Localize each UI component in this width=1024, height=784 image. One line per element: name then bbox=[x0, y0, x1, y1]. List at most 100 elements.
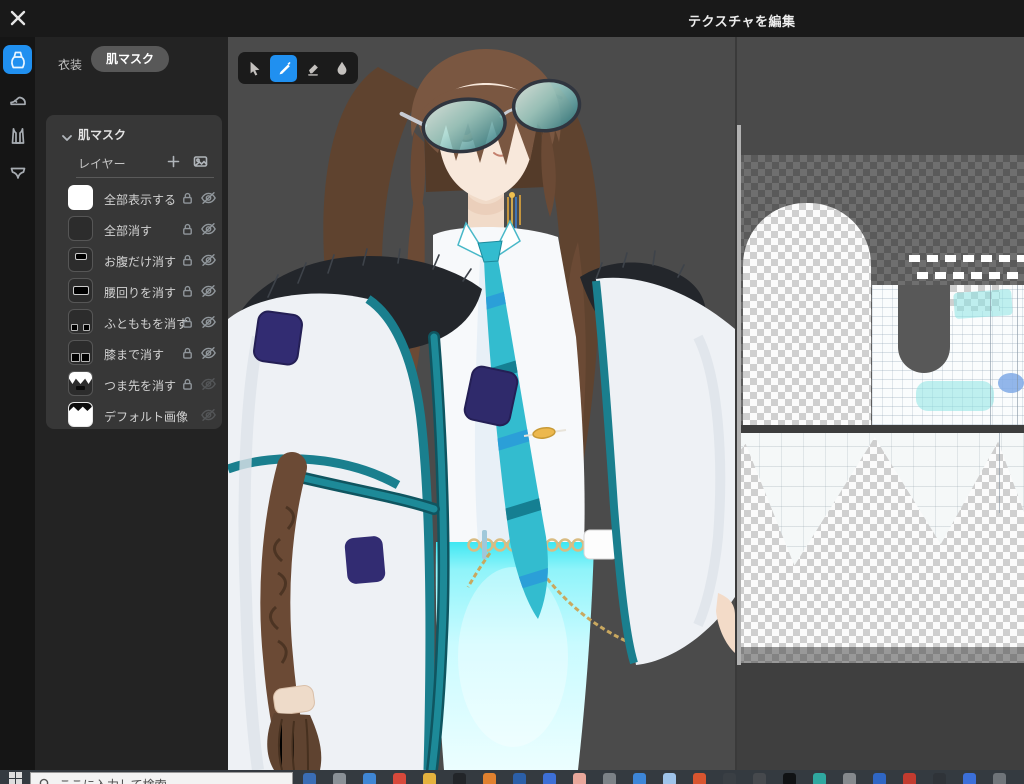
app-icon[interactable] bbox=[663, 773, 676, 784]
texture-view-top[interactable] bbox=[737, 155, 1024, 425]
app-icon[interactable] bbox=[753, 773, 766, 784]
layer-row[interactable]: 腰回りを消す bbox=[46, 276, 222, 307]
app-icon[interactable] bbox=[633, 773, 646, 784]
app-icon[interactable] bbox=[483, 773, 496, 784]
texture-editor-window: テクスチャを編集 衣装 肌マスク 肌マスク ? bbox=[0, 0, 1024, 784]
select-tool-cursor-icon[interactable] bbox=[241, 55, 268, 82]
app-icon[interactable] bbox=[513, 773, 526, 784]
brush-tool-icon[interactable] bbox=[270, 55, 297, 82]
eye-off-icon[interactable] bbox=[200, 191, 217, 210]
uv-stitch-dashes bbox=[909, 255, 1024, 262]
app-icon[interactable] bbox=[813, 773, 826, 784]
character-render bbox=[228, 37, 735, 770]
app-icon[interactable] bbox=[783, 773, 796, 784]
app-icon[interactable] bbox=[993, 773, 1006, 784]
eye-off-icon[interactable] bbox=[200, 222, 217, 241]
rail-item-dress-icon[interactable] bbox=[3, 45, 32, 74]
uv-seam-line bbox=[990, 285, 991, 425]
uv-seam-line bbox=[999, 433, 1000, 513]
app-icon[interactable] bbox=[873, 773, 886, 784]
scrollbar[interactable] bbox=[737, 125, 741, 665]
paint-toolbar bbox=[238, 52, 358, 84]
app-icon[interactable] bbox=[453, 773, 466, 784]
eye-off-icon[interactable] bbox=[200, 346, 217, 365]
app-icon[interactable] bbox=[603, 773, 616, 784]
window-title: テクスチャを編集 bbox=[688, 11, 795, 30]
layer-row[interactable]: デフォルト画像 bbox=[46, 400, 222, 431]
app-icon[interactable] bbox=[963, 773, 976, 784]
eye-off-icon[interactable] bbox=[200, 284, 217, 303]
uv-stitch-dashes bbox=[917, 272, 1024, 279]
lock-icon[interactable] bbox=[181, 346, 194, 365]
blur-tool-droplet-icon[interactable] bbox=[328, 55, 355, 82]
eraser-tool-icon[interactable] bbox=[299, 55, 326, 82]
search-icon bbox=[39, 777, 51, 784]
uv-collar-cutout bbox=[898, 285, 950, 373]
lock-icon[interactable] bbox=[181, 191, 194, 210]
add-layer-icon[interactable] bbox=[167, 155, 180, 173]
lock-icon[interactable] bbox=[181, 284, 194, 303]
layer-row[interactable]: 全部表示する bbox=[46, 183, 222, 214]
panel-divider bbox=[735, 37, 737, 770]
app-icon[interactable] bbox=[843, 773, 856, 784]
app-icon[interactable] bbox=[903, 773, 916, 784]
app-icon[interactable] bbox=[333, 773, 346, 784]
uv-blue-patch bbox=[998, 373, 1024, 393]
lock-icon[interactable] bbox=[181, 253, 194, 272]
texture-panel-footer bbox=[737, 663, 1024, 770]
app-icon[interactable] bbox=[573, 773, 586, 784]
layer-row[interactable]: お腹だけ消す bbox=[46, 245, 222, 276]
layer-row[interactable]: つま先を消す bbox=[46, 369, 222, 400]
windows-taskbar: ここに入力して検索 bbox=[0, 770, 1024, 784]
texture-uv-panel[interactable] bbox=[737, 37, 1024, 770]
chevron-down-icon[interactable] bbox=[62, 129, 72, 147]
layer-label: 全部表示する bbox=[104, 191, 176, 208]
lock-icon[interactable] bbox=[181, 377, 194, 396]
character-3d-viewport[interactable] bbox=[228, 37, 735, 770]
app-icon[interactable] bbox=[693, 773, 706, 784]
app-icon[interactable] bbox=[723, 773, 736, 784]
group-title: 肌マスク bbox=[78, 126, 126, 143]
layers-label: レイヤー bbox=[78, 155, 126, 172]
app-icon[interactable] bbox=[303, 773, 316, 784]
layer-row[interactable]: ふとももを消す bbox=[46, 307, 222, 338]
layer-row[interactable]: 膝まで消す bbox=[46, 338, 222, 369]
layer-label: 全部消す bbox=[104, 222, 152, 239]
uv-island-sleeve bbox=[743, 203, 871, 425]
windows-start-icon[interactable] bbox=[9, 772, 22, 784]
texture-view-bottom[interactable] bbox=[737, 433, 1024, 647]
layer-label: つま先を消す bbox=[104, 377, 176, 394]
eye-off-icon[interactable] bbox=[200, 408, 217, 427]
layer-thumbnail bbox=[68, 402, 93, 427]
tab-skin-mask[interactable]: 肌マスク bbox=[91, 46, 169, 72]
group-header: 肌マスク bbox=[46, 125, 222, 143]
app-icon[interactable] bbox=[933, 773, 946, 784]
category-rail bbox=[0, 37, 35, 770]
app-icon[interactable] bbox=[393, 773, 406, 784]
eye-off-icon[interactable] bbox=[200, 377, 217, 396]
rail-item-shoe-icon[interactable] bbox=[3, 84, 32, 113]
tab-costume[interactable]: 衣装 bbox=[53, 51, 87, 78]
eye-off-icon[interactable] bbox=[200, 253, 217, 272]
layer-thumbnail bbox=[68, 185, 93, 210]
layer-thumbnail bbox=[68, 309, 93, 334]
rail-item-bottoms-icon[interactable] bbox=[3, 157, 32, 186]
lock-icon[interactable] bbox=[181, 222, 194, 241]
app-icon[interactable] bbox=[543, 773, 556, 784]
app-icon[interactable] bbox=[363, 773, 376, 784]
layer-thumbnail bbox=[68, 247, 93, 272]
layer-row[interactable]: 全部消す bbox=[46, 214, 222, 245]
layer-thumbnail bbox=[68, 371, 93, 396]
import-image-icon[interactable] bbox=[193, 155, 208, 173]
rail-item-top-icon[interactable] bbox=[3, 121, 32, 150]
taskbar-search-input[interactable]: ここに入力して検索 bbox=[30, 772, 293, 784]
lock-icon[interactable] bbox=[181, 315, 194, 334]
divider bbox=[76, 177, 214, 178]
layer-label: 腰回りを消す bbox=[104, 284, 176, 301]
app-icon[interactable] bbox=[423, 773, 436, 784]
skin-mask-group: 肌マスク レイヤー 全部表示する bbox=[46, 115, 222, 429]
layer-list: 全部表示する 全部消す bbox=[46, 183, 222, 431]
eye-off-icon[interactable] bbox=[200, 315, 217, 334]
close-icon[interactable] bbox=[9, 9, 27, 27]
uv-aqua-patch bbox=[953, 289, 1013, 319]
